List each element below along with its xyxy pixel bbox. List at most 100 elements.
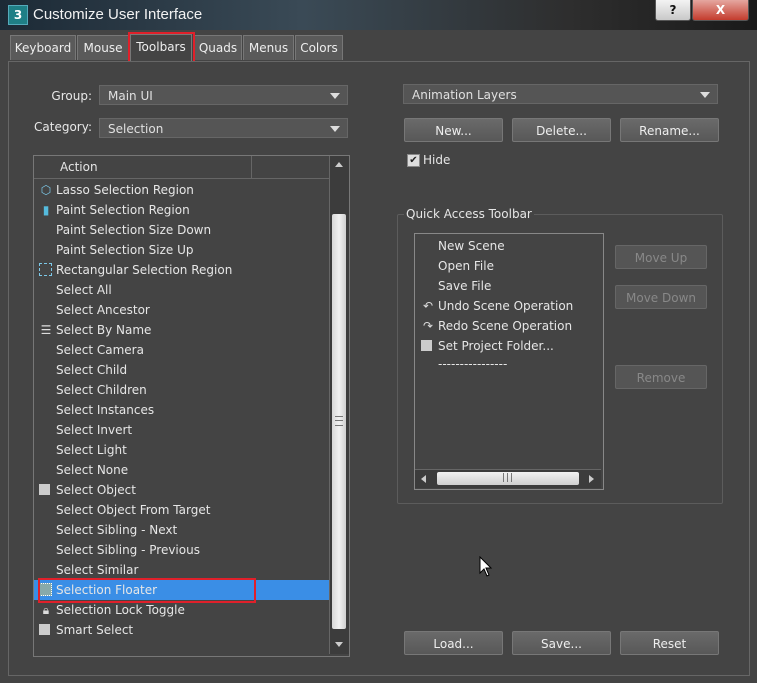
paint-brush-icon: ▮ — [42, 203, 50, 217]
new-toolbar-button[interactable]: New... — [404, 118, 503, 142]
scroll-down-arrow-icon[interactable] — [335, 642, 343, 647]
list-item[interactable]: ↶ Undo Scene Operation — [415, 296, 603, 316]
list-item[interactable]: Paint Selection Size Up — [34, 240, 329, 260]
scroll-right-arrow-icon[interactable] — [589, 475, 594, 483]
mouse-cursor-icon — [479, 556, 493, 577]
list-item[interactable]: Set Project Folder... — [415, 336, 603, 356]
reset-button[interactable]: Reset — [620, 631, 719, 655]
list-item-label: Lasso Selection Region — [56, 183, 194, 197]
hide-checkbox[interactable]: ✔ — [407, 154, 420, 167]
help-button[interactable]: ? — [655, 0, 691, 21]
group-dropdown-value: Main UI — [108, 89, 153, 103]
list-item-label: Select Instances — [56, 403, 155, 417]
list-item-label: Undo Scene Operation — [438, 299, 574, 313]
horizontal-scrollbar[interactable]: ||| — [415, 469, 601, 488]
tab-menus[interactable]: Menus — [243, 35, 294, 60]
group-dropdown[interactable]: Main UI — [99, 85, 348, 105]
action-column-header[interactable]: Action — [34, 156, 252, 178]
app-logo-icon: 3 — [8, 5, 28, 25]
close-button[interactable]: X — [692, 0, 749, 21]
list-item-label: Selection Lock Toggle — [56, 603, 185, 617]
list-item-label: Select Light — [56, 443, 127, 457]
list-item-label: Smart Select — [56, 623, 134, 637]
list-item[interactable]: ▮ Paint Selection Region — [34, 200, 329, 220]
list-item-label: Select Object From Target — [56, 503, 211, 517]
list-item[interactable]: Select Ancestor — [34, 300, 329, 320]
list-item-selected[interactable]: Selection Floater — [34, 580, 329, 600]
remove-button[interactable]: Remove — [615, 365, 707, 389]
delete-toolbar-button[interactable]: Delete... — [512, 118, 611, 142]
smart-select-icon — [39, 624, 50, 635]
tab-toolbars[interactable]: Toolbars — [130, 34, 192, 61]
tab-keyboard[interactable]: Keyboard — [10, 35, 76, 60]
list-item[interactable]: Select Similar — [34, 560, 329, 580]
tab-colors[interactable]: Colors — [295, 35, 343, 60]
list-item[interactable]: Select Invert — [34, 420, 329, 440]
scroll-thumb[interactable] — [332, 214, 346, 629]
window-title: Customize User Interface — [33, 6, 203, 23]
action-list[interactable]: Action ⬡ Lasso Selection Region ▮ Paint Se… — [33, 155, 350, 657]
list-item[interactable]: Smart Select — [34, 620, 329, 640]
list-item-label: Select Children — [56, 383, 147, 397]
list-item[interactable]: ↷ Redo Scene Operation — [415, 316, 603, 336]
tab-quads[interactable]: Quads — [194, 35, 242, 60]
tab-mouse[interactable]: Mouse — [77, 35, 129, 60]
scroll-up-arrow-icon[interactable] — [335, 162, 343, 167]
list-item[interactable]: Select Object — [34, 480, 329, 500]
list-item-label: Select Sibling - Next — [56, 523, 178, 537]
category-dropdown[interactable]: Selection — [99, 118, 348, 138]
lasso-icon: ⬡ — [40, 183, 52, 197]
list-item[interactable]: Rectangular Selection Region — [34, 260, 329, 280]
list-item[interactable]: Select Children — [34, 380, 329, 400]
move-up-button[interactable]: Move Up — [615, 245, 707, 269]
list-item-label: Select Child — [56, 363, 128, 377]
list-item[interactable]: ☰ Select By Name — [34, 320, 329, 340]
toolbar-dropdown[interactable]: Animation Layers — [403, 84, 718, 104]
toolbar-dropdown-value: Animation Layers — [412, 88, 517, 102]
grip-icon — [335, 416, 343, 426]
list-item[interactable]: Select Sibling - Previous — [34, 540, 329, 560]
category-dropdown-value: Selection — [108, 122, 164, 136]
list-item-label: Redo Scene Operation — [438, 319, 573, 333]
list-item[interactable]: Select None — [34, 460, 329, 480]
quick-access-list[interactable]: New Scene Open File Save File ↶ Undo Scen… — [414, 233, 604, 490]
title-bar[interactable]: 3 Customize User Interface ? X — [0, 0, 757, 30]
hide-label: Hide — [423, 153, 451, 167]
list-item[interactable]: Select All — [34, 280, 329, 300]
list-item[interactable]: ⬡ Lasso Selection Region — [34, 180, 329, 200]
list-item[interactable]: 🔒︎ Selection Lock Toggle — [34, 600, 329, 620]
list-header: Action — [34, 156, 329, 179]
list-item-label: ---------------- — [438, 357, 508, 371]
list-item[interactable]: Select Camera — [34, 340, 329, 360]
list-item[interactable]: Select Child — [34, 360, 329, 380]
list-item[interactable]: ---------------- — [415, 354, 603, 374]
list-item[interactable]: Select Instances — [34, 400, 329, 420]
list-item[interactable]: Open File — [415, 256, 603, 276]
list-item-label: Select All — [56, 283, 112, 297]
list-item[interactable]: Select Object From Target — [34, 500, 329, 520]
list-item[interactable]: New Scene — [415, 236, 603, 256]
list-item-label: Select None — [56, 463, 129, 477]
list-item-label: Paint Selection Region — [56, 203, 190, 217]
redo-icon: ↷ — [422, 319, 434, 333]
list-item[interactable]: Select Light — [34, 440, 329, 460]
chevron-down-icon — [330, 93, 340, 99]
move-down-button[interactable]: Move Down — [615, 285, 707, 309]
list-item-label: New Scene — [438, 239, 505, 253]
rename-toolbar-button[interactable]: Rename... — [620, 118, 719, 142]
load-button[interactable]: Load... — [404, 631, 503, 655]
scroll-left-arrow-icon[interactable] — [421, 475, 426, 483]
list-item-label: Set Project Folder... — [438, 339, 554, 353]
list-item[interactable]: Select Sibling - Next — [34, 520, 329, 540]
scroll-thumb[interactable]: ||| — [437, 472, 579, 485]
customize-ui-window: 3 Customize User Interface ? X Keyboard … — [0, 0, 757, 683]
selection-floater-icon — [39, 583, 52, 596]
list-item[interactable]: Paint Selection Size Down — [34, 220, 329, 240]
save-button[interactable]: Save... — [512, 631, 611, 655]
vertical-scrollbar[interactable] — [329, 156, 349, 654]
list-item[interactable]: Save File — [415, 276, 603, 296]
project-folder-icon — [421, 340, 432, 351]
select-object-icon — [39, 484, 50, 495]
lock-icon: 🔒︎ — [42, 603, 50, 617]
group-label: Group: — [51, 89, 92, 103]
